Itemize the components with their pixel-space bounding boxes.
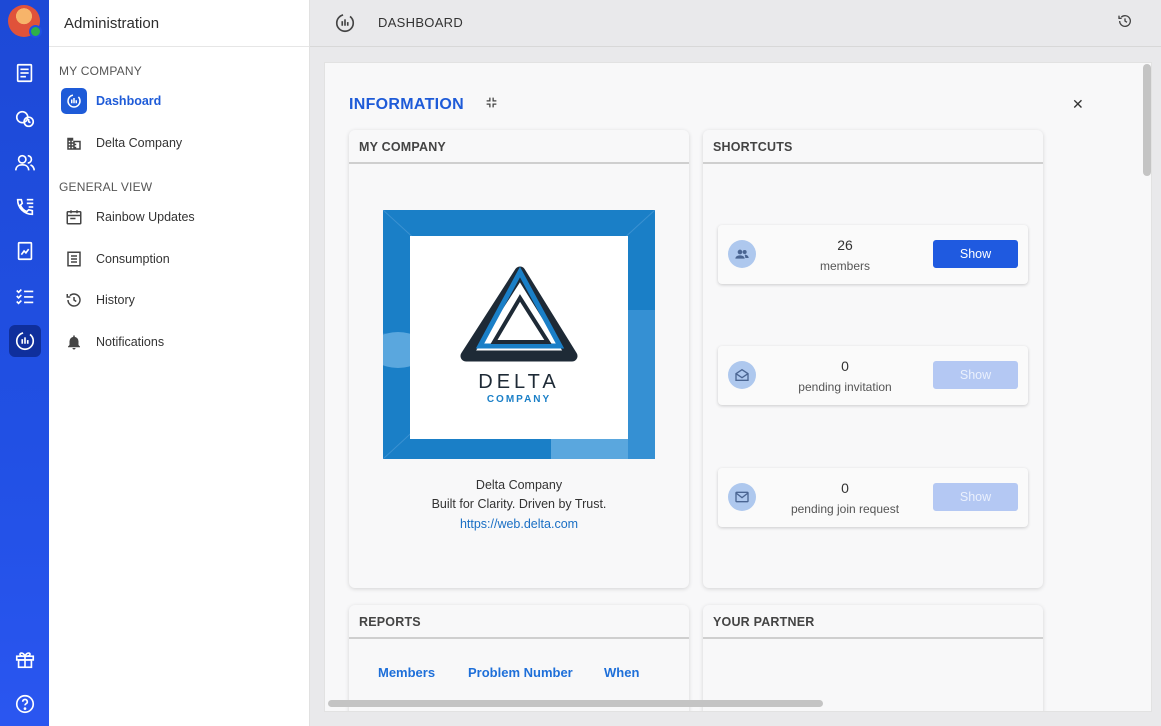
members-count: 26 (837, 237, 853, 253)
history-icon (61, 287, 87, 313)
bell-icon (61, 329, 87, 355)
card-header: SHORTCUTS (703, 130, 1043, 164)
help-icon[interactable] (9, 688, 41, 720)
reports-card: REPORTS Members Problem Number When (349, 605, 689, 711)
members-label: members (819, 259, 870, 273)
envelope-icon (728, 483, 756, 511)
top-bar: DASHBOARD (310, 0, 1161, 47)
card-header: YOUR PARTNER (703, 605, 1043, 639)
shortcut-pending-invitation: 0 pending invitation Show (718, 346, 1028, 405)
section-general-view: GENERAL VIEW (59, 180, 153, 194)
company-website-link[interactable]: https://web.delta.com (349, 517, 689, 531)
history-icon[interactable] (1117, 13, 1133, 29)
pending-join-count: 0 (841, 480, 849, 496)
company-name: Delta Company (475, 478, 563, 492)
card-header: REPORTS (349, 605, 689, 639)
news-icon[interactable] (9, 57, 41, 89)
sidebar-item-dashboard[interactable]: Dashboard (61, 86, 161, 116)
dashboard-icon (335, 13, 355, 33)
pending-join-label: pending join request (790, 502, 900, 516)
receipt-icon (61, 246, 87, 272)
sidebar-item-label: Dashboard (96, 94, 162, 108)
sidebar-item-label: Consumption (96, 252, 170, 266)
checklist-icon[interactable] (9, 280, 41, 312)
logo-card: DELTA COMPANY (410, 236, 628, 439)
company-logo: DELTA COMPANY (383, 210, 655, 459)
calls-icon[interactable] (9, 103, 41, 135)
section-my-company: MY COMPANY (59, 64, 142, 78)
sidebar-item-label: Rainbow Updates (96, 210, 195, 224)
vertical-scrollbar[interactable] (1143, 64, 1151, 176)
users-icon[interactable] (9, 147, 41, 179)
shortcut-members: 26 members Show (718, 225, 1028, 284)
show-join-requests-button[interactable]: Show (933, 483, 1018, 511)
pending-invitation-label: pending invitation (798, 380, 892, 394)
collapse-icon[interactable] (485, 96, 498, 109)
partner-card: YOUR PARTNER (703, 605, 1043, 711)
avatar[interactable] (8, 5, 42, 38)
sidebar-item-label: History (96, 293, 135, 307)
building-icon (61, 130, 87, 156)
calendar-icon (61, 204, 87, 230)
sidebar-title: Administration (49, 0, 309, 47)
sidebar-item-delta-company[interactable]: Delta Company (61, 128, 182, 158)
company-tagline: Built for Clarity. Driven by Trust. (431, 497, 607, 511)
shortcuts-card: SHORTCUTS 26 members Show 0 pending invi… (703, 130, 1043, 588)
report-tab-when[interactable]: When (604, 665, 639, 680)
delta-logo-mark: DELTA COMPANY (460, 266, 578, 405)
pending-invitation-count: 0 (841, 358, 849, 374)
shortcut-pending-join-request: 0 pending join request Show (718, 468, 1028, 527)
gift-icon[interactable] (9, 643, 41, 675)
logo-text: DELTA (478, 371, 560, 393)
members-icon (728, 240, 756, 268)
report-tab-members[interactable]: Members (378, 665, 435, 680)
dashboard-icon (61, 88, 87, 114)
panel-title: INFORMATION (349, 96, 464, 113)
close-icon[interactable]: ✕ (1072, 96, 1084, 113)
report-icon[interactable] (9, 235, 41, 267)
page-title: DASHBOARD (378, 15, 464, 30)
card-header: MY COMPANY (349, 130, 689, 164)
horizontal-scrollbar[interactable] (328, 700, 823, 707)
admin-sidebar: Administration MY COMPANY Dashboard Delt… (49, 0, 310, 726)
sidebar-item-history[interactable]: History (61, 285, 135, 315)
dashboard-icon[interactable] (9, 325, 41, 357)
sidebar-item-label: Delta Company (96, 136, 183, 150)
logo-subtext: COMPANY (487, 394, 551, 405)
my-company-card: MY COMPANY DELTA COMPANY Delta Company B… (349, 130, 689, 588)
sidebar-item-label: Notifications (96, 335, 165, 349)
sidebar-item-consumption[interactable]: Consumption (61, 244, 170, 274)
phone-list-icon[interactable] (9, 191, 41, 223)
sidebar-item-rainbow-updates[interactable]: Rainbow Updates (61, 202, 195, 232)
show-members-button[interactable]: Show (933, 240, 1018, 268)
sidebar-item-notifications[interactable]: Notifications (61, 327, 164, 357)
information-panel: INFORMATION ✕ MY COMPANY DELTA COMPANY D… (324, 62, 1152, 712)
show-invitations-button[interactable]: Show (933, 361, 1018, 389)
open-envelope-icon (728, 361, 756, 389)
app-rail (0, 0, 49, 726)
report-tab-problem-number[interactable]: Problem Number (468, 665, 573, 680)
presence-online-icon (29, 25, 42, 38)
